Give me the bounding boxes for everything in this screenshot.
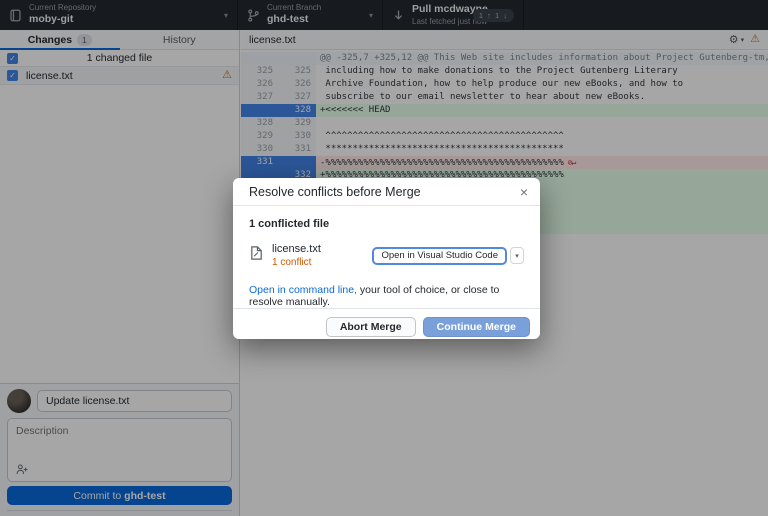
open-command-line-link[interactable]: Open in command line, [249,284,357,296]
abort-merge-button[interactable]: Abort Merge [325,317,416,337]
editor-options-caret-button[interactable]: ▾ [510,247,524,264]
conflicted-files-summary: 1 conflicted file [249,218,330,230]
dialog-footer: Abort Merge Continue Merge [233,308,540,345]
github-desktop-window: Current Repository moby-git ▾ Current Br… [0,0,768,516]
conflict-count: 1 conflict [272,257,312,268]
close-icon[interactable]: × [520,185,528,199]
conflicted-file-name: license.txt [272,243,321,255]
dialog-title: Resolve conflicts before Merge [249,185,421,199]
resolve-hint: Open in command line, your tool of choic… [249,284,524,308]
continue-merge-button[interactable]: Continue Merge [422,317,530,337]
open-in-editor-button[interactable]: Open in Visual Studio Code [372,246,507,265]
conflicted-file-row: license.txt 1 conflict Open in Visual St… [249,243,524,268]
file-icon [249,245,264,266]
resolve-conflicts-dialog: Resolve conflicts before Merge × 1 confl… [233,178,540,339]
